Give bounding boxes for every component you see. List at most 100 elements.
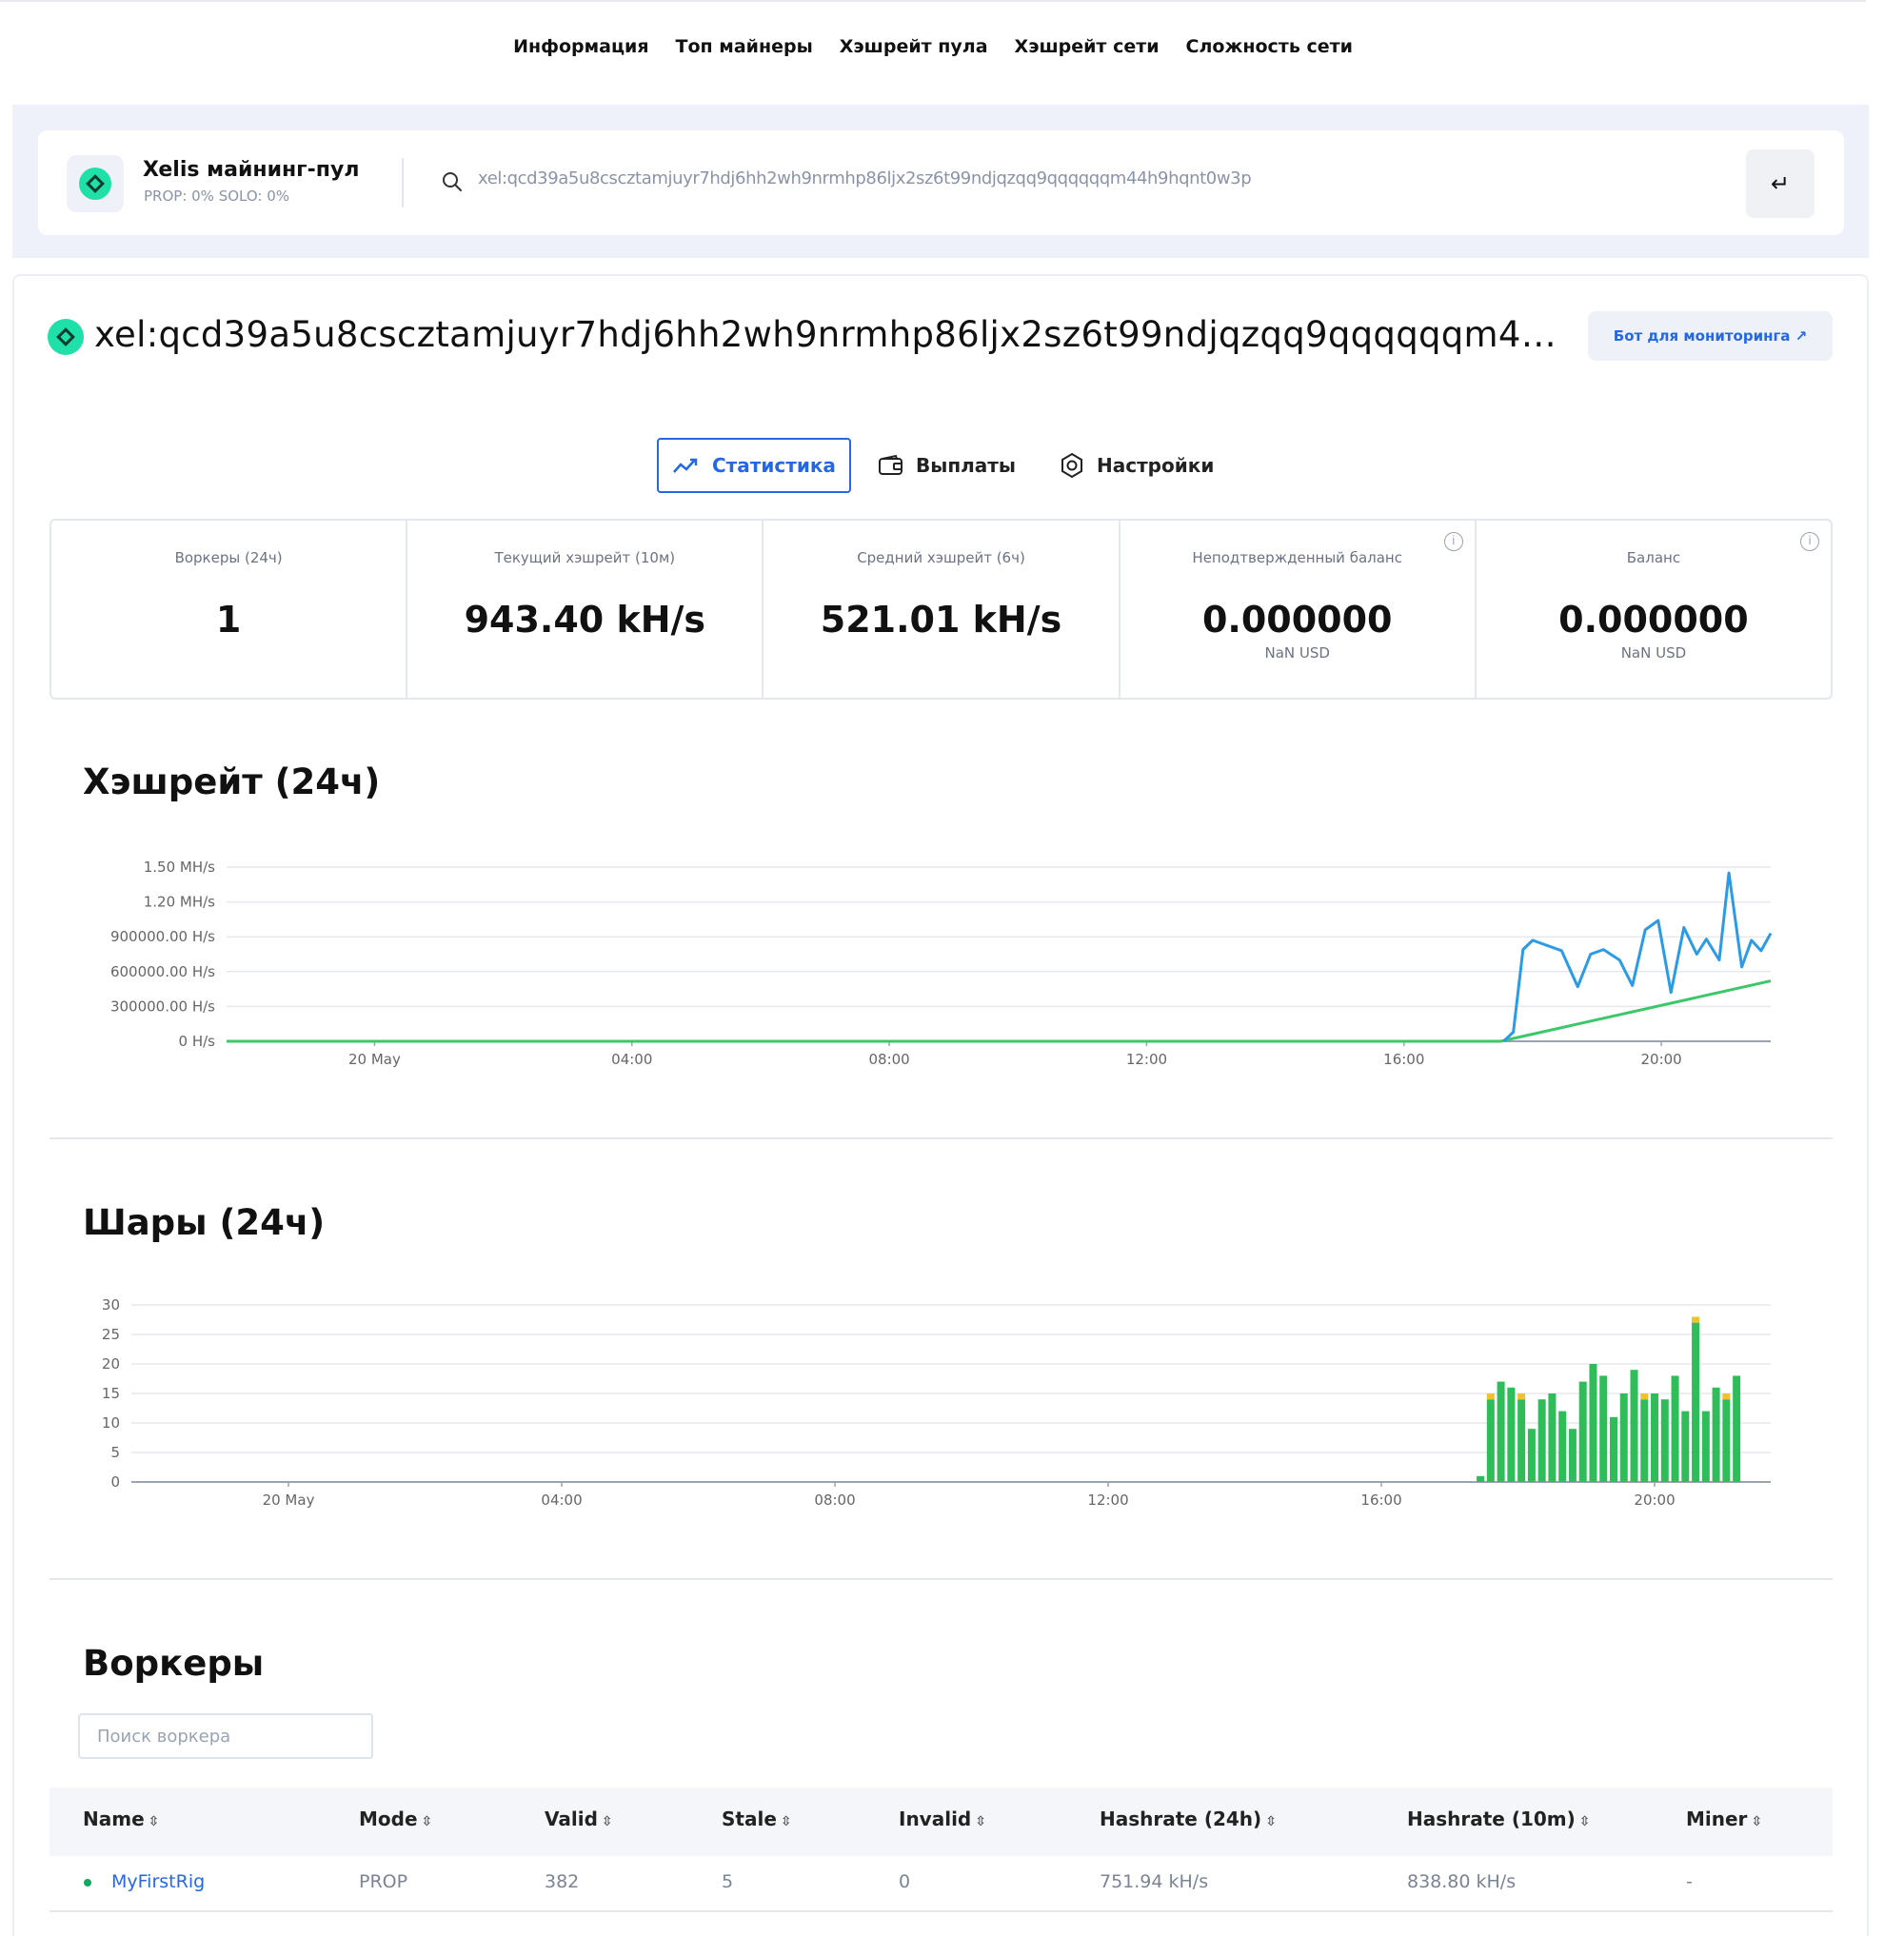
search-icon <box>443 172 462 191</box>
current-hashrate-line <box>1502 871 1773 1043</box>
sort-icon: ⇳ <box>1265 1814 1277 1829</box>
column-hashrate-10m[interactable]: Hashrate (10m) ⇳ <box>1407 1808 1591 1830</box>
column-valid[interactable]: Valid ⇳ <box>545 1808 613 1830</box>
y-tick-label: 1.20 MH/s <box>144 894 215 911</box>
nav-pool-hashrate[interactable]: Хэшрейт пула <box>840 36 988 57</box>
worker-online-indicator <box>84 1879 91 1887</box>
info-icon[interactable]: i <box>1443 532 1463 551</box>
valid-shares-bar <box>1517 1399 1526 1482</box>
valid-shares-bar <box>1722 1399 1731 1482</box>
y-tick-label: 300000.00 H/s <box>110 998 215 1015</box>
pool-fee: PROP: 0% SOLO: 0% <box>144 188 290 205</box>
worker-invalid: 0 <box>899 1871 911 1892</box>
search-input[interactable]: xel:qcd39a5u8csczt­amjuyr7hdj6hh2wh9nrmh… <box>478 168 1252 188</box>
stale-shares-bar <box>1692 1316 1700 1323</box>
column-miner[interactable]: Miner ⇳ <box>1686 1808 1762 1830</box>
stale-shares-bar <box>1722 1393 1731 1400</box>
y-tick-label: 15 <box>102 1385 120 1402</box>
valid-shares-bar <box>1701 1411 1710 1482</box>
gear-icon <box>1061 452 1082 479</box>
stat-average-hashrate: Средний хэшрейт (6ч) 521.01 kH/s <box>764 521 1121 698</box>
column-mode[interactable]: Mode ⇳ <box>359 1808 432 1830</box>
section-divider <box>50 1578 1833 1580</box>
top-navigation: Информация Топ майнеры Хэшрейт пула Хэшр… <box>0 36 1866 57</box>
valid-shares-bar <box>1486 1399 1495 1482</box>
tab-payouts[interactable]: Выплаты <box>878 438 1016 493</box>
worker-name-link[interactable]: MyFirstRig <box>111 1871 205 1892</box>
divider <box>402 158 404 207</box>
column-label: Valid <box>545 1808 598 1830</box>
valid-shares-bar <box>1671 1375 1679 1482</box>
valid-shares-bar <box>1692 1322 1700 1482</box>
stat-label: Неподтвержденный баланс <box>1192 549 1402 566</box>
stale-shares-bar <box>1640 1393 1649 1400</box>
worker-hashrate-24h: 751.94 kH/s <box>1100 1871 1209 1892</box>
column-name[interactable]: Name ⇳ <box>83 1808 159 1830</box>
xelis-coin-icon <box>79 168 111 200</box>
column-invalid[interactable]: Invalid ⇳ <box>899 1808 986 1830</box>
y-tick-label: 20 <box>102 1355 120 1373</box>
tab-statistics[interactable]: Статистика <box>657 438 851 493</box>
stat-label: Средний хэшрейт (6ч) <box>857 549 1025 566</box>
stale-shares-bar <box>1486 1393 1495 1400</box>
x-tick-label: 20 May <box>348 1051 401 1068</box>
address-coin <box>48 319 84 355</box>
wallet-icon <box>879 454 902 475</box>
x-tick-label: 12:00 <box>1087 1492 1128 1509</box>
sort-icon: ⇳ <box>148 1814 160 1829</box>
pool-logo[interactable] <box>67 155 124 212</box>
nav-network-hashrate[interactable]: Хэшрейт сети <box>1015 36 1160 57</box>
column-hashrate-24h[interactable]: Hashrate (24h) ⇳ <box>1100 1808 1277 1830</box>
worker-stale: 5 <box>722 1871 734 1892</box>
tab-settings[interactable]: Настройки <box>1059 438 1214 493</box>
valid-shares-bar <box>1578 1381 1587 1482</box>
x-tick-label: 20:00 <box>1634 1492 1675 1509</box>
column-stale[interactable]: Stale ⇳ <box>722 1808 792 1830</box>
y-tick-label: 0 <box>110 1473 120 1491</box>
x-tick-label: 08:00 <box>814 1492 855 1509</box>
y-tick-label: 5 <box>110 1444 120 1461</box>
worker-mode: PROP <box>359 1871 408 1892</box>
search-submit-button[interactable]: ↵ <box>1746 149 1815 218</box>
sort-icon: ⇳ <box>780 1814 792 1829</box>
valid-shares-bar <box>1507 1387 1516 1482</box>
valid-shares-bar <box>1589 1364 1597 1482</box>
y-tick-label: 25 <box>102 1326 120 1343</box>
sort-icon: ⇳ <box>1751 1814 1763 1829</box>
tab-statistics-label: Статистика <box>712 454 836 477</box>
stat-workers: Воркеры (24ч) 1 <box>51 521 408 698</box>
pool-name[interactable]: Xelis майнинг-пул <box>143 158 359 182</box>
valid-shares-bar <box>1651 1393 1659 1482</box>
column-label: Invalid <box>899 1808 972 1830</box>
valid-shares-bar <box>1609 1416 1617 1482</box>
valid-shares-bar <box>1568 1429 1577 1482</box>
stat-label: Текущий хэшрейт (10м) <box>494 549 676 566</box>
nav-top-miners[interactable]: Топ майнеры <box>676 36 813 57</box>
shares-chart-title: Шары (24ч) <box>83 1202 326 1243</box>
info-icon[interactable]: i <box>1800 532 1820 551</box>
stale-shares-bar <box>1517 1393 1526 1400</box>
average-hashrate-line <box>1499 979 1772 1043</box>
tab-payouts-label: Выплаты <box>916 454 1016 477</box>
valid-shares-bar <box>1599 1375 1608 1482</box>
valid-shares-bar <box>1558 1411 1567 1482</box>
x-tick-label: 20:00 <box>1640 1051 1681 1068</box>
monitoring-bot-link[interactable]: Бот для мониторинга ↗ <box>1588 311 1833 361</box>
x-tick-label: 16:00 <box>1383 1051 1424 1068</box>
sort-icon: ⇳ <box>421 1814 433 1829</box>
column-label: Miner <box>1686 1808 1748 1830</box>
nav-network-difficulty[interactable]: Сложность сети <box>1186 36 1353 57</box>
valid-shares-bar <box>1712 1387 1720 1482</box>
enter-icon: ↵ <box>1770 170 1791 197</box>
worker-hashrate-10m: 838.80 kH/s <box>1407 1871 1517 1892</box>
stats-panel: Воркеры (24ч) 1 Текущий хэшрейт (10м) 94… <box>50 519 1833 700</box>
stat-value: 943.40 kH/s <box>464 599 706 641</box>
tab-settings-label: Настройки <box>1097 454 1215 477</box>
sort-icon: ⇳ <box>1578 1814 1591 1829</box>
stat-unconfirmed-balance: i Неподтвержденный баланс 0.000000 NaN U… <box>1121 521 1477 698</box>
hashrate-chart-title: Хэшрейт (24ч) <box>83 761 381 802</box>
nav-info[interactable]: Информация <box>513 36 648 57</box>
valid-shares-bar <box>1537 1399 1546 1482</box>
stat-usd: NaN USD <box>1264 644 1330 662</box>
worker-search-input[interactable] <box>78 1713 373 1759</box>
